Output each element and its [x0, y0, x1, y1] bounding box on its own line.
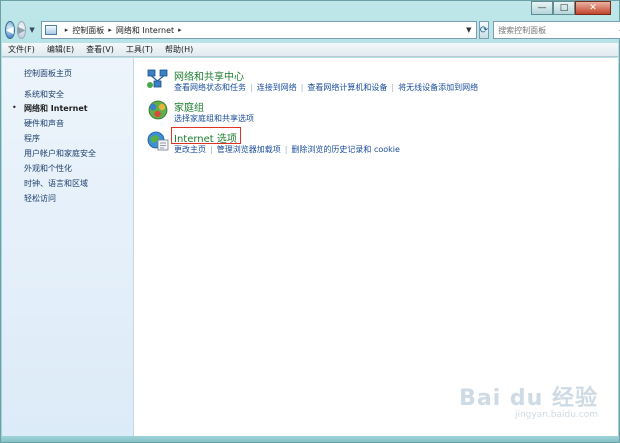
window-frame: — □ ✕ ◀ ▶ ▼ ▸ 控制面板 ▸ 网络和 Internet ▸ ▼ ⟳ … [0, 0, 620, 443]
sidebar-item-user-accounts[interactable]: 用户帐户和家庭安全 [24, 148, 96, 159]
link-separator: | [210, 145, 213, 154]
chevron-right-icon[interactable]: ▸ [108, 26, 112, 34]
navigation-pane: 控制面板主页 系统和安全 • 网络和 Internet 硬件和声音 程序 用户帐… [2, 58, 134, 436]
internet-options-icon [147, 131, 169, 151]
menu-file[interactable]: 文件(F) [8, 44, 35, 55]
category-title[interactable]: 网络和共享中心 [174, 68, 244, 83]
refresh-icon: ⟳ [479, 24, 489, 36]
category-links: 选择家庭组和共享选项 [174, 113, 254, 124]
link-separator: | [300, 83, 304, 92]
breadcrumb-control-panel[interactable]: 控制面板 [72, 25, 104, 36]
menu-tools[interactable]: 工具(T) [126, 44, 153, 55]
search-input[interactable] [498, 23, 620, 37]
sidebar-item-appearance[interactable]: 外观和个性化 [24, 163, 72, 174]
delete-browsing-history-link[interactable]: 删除浏览的历史记录和 cookie [291, 144, 400, 155]
view-network-computers-link[interactable]: 查看网络计算机和设备 [307, 82, 387, 93]
change-home-page-link[interactable]: 更改主页 [174, 144, 206, 155]
recent-pages-dropdown-icon[interactable]: ▼ [29, 26, 34, 34]
menu-edit[interactable]: 编辑(E) [47, 44, 74, 55]
close-button[interactable]: ✕ [575, 1, 611, 15]
category-title[interactable]: 家庭组 [174, 99, 204, 114]
sidebar-item-clock-language[interactable]: 时钟、语言和区域 [24, 178, 88, 189]
caption-buttons: — □ ✕ [531, 1, 611, 15]
highlight-box [171, 127, 241, 144]
homegroup-icon [148, 100, 168, 120]
link-separator: | [250, 83, 253, 92]
category-links: 更改主页 | 管理浏览器加载项 | 删除浏览的历史记录和 cookie [174, 144, 400, 155]
back-button[interactable]: ◀ [5, 21, 15, 39]
minimize-button[interactable]: — [531, 1, 553, 15]
search-box[interactable]: ⌕ [493, 21, 620, 39]
connect-to-network-link[interactable]: 连接到网络 [257, 82, 297, 93]
menu-bar: 文件(F) 编辑(E) 查看(V) 工具(T) 帮助(H) [2, 43, 618, 57]
breadcrumb-network-internet[interactable]: 网络和 Internet [116, 25, 174, 36]
view-network-status-link[interactable]: 查看网络状态和任务 [174, 82, 246, 93]
sidebar-item-network-internet[interactable]: 网络和 Internet [24, 103, 88, 114]
sidebar-item-ease-of-access[interactable]: 轻松访问 [24, 193, 56, 204]
link-separator: | [391, 83, 395, 92]
menu-help[interactable]: 帮助(H) [165, 44, 193, 55]
refresh-button[interactable]: ⟳ [478, 21, 490, 39]
address-dropdown-icon[interactable]: ▼ [464, 23, 474, 37]
sidebar-item-system-security[interactable]: 系统和安全 [24, 89, 64, 100]
maximize-button[interactable]: □ [553, 1, 575, 15]
network-icon [147, 69, 168, 88]
category-links: 查看网络状态和任务 | 连接到网络 | 查看网络计算机和设备 | 将无线设备添加… [174, 82, 478, 93]
window-bottom-edge [1, 436, 619, 442]
address-bar[interactable]: ▸ 控制面板 ▸ 网络和 Internet ▸ ▼ [40, 21, 477, 39]
forward-button[interactable]: ▶ [16, 21, 27, 39]
sidebar-item-hardware-sound[interactable]: 硬件和声音 [24, 118, 64, 129]
manage-add-ons-link[interactable]: 管理浏览器加载项 [217, 144, 281, 155]
chevron-right-icon[interactable]: ▸ [65, 26, 69, 34]
menu-view[interactable]: 查看(V) [86, 44, 114, 55]
watermark-logo: Bai du 经验 [459, 386, 598, 411]
control-panel-icon [44, 25, 57, 35]
watermark: Bai du 经验 jingyan.baidu.com [459, 380, 598, 420]
current-item-bullet: • [12, 103, 17, 112]
add-wireless-device-link[interactable]: 将无线设备添加到网络 [398, 82, 478, 93]
main-content: 网络和共享中心 查看网络状态和任务 | 连接到网络 | 查看网络计算机和设备 |… [134, 58, 618, 436]
link-separator: | [284, 145, 288, 154]
address-row: ◀ ▶ ▼ ▸ 控制面板 ▸ 网络和 Internet ▸ ▼ ⟳ ⌕ [5, 19, 620, 41]
chevron-right-icon[interactable]: ▸ [178, 26, 182, 34]
control-panel-home-link[interactable]: 控制面板主页 [24, 68, 72, 79]
sidebar-item-programs[interactable]: 程序 [24, 133, 40, 144]
homegroup-sharing-options-link[interactable]: 选择家庭组和共享选项 [174, 113, 254, 124]
